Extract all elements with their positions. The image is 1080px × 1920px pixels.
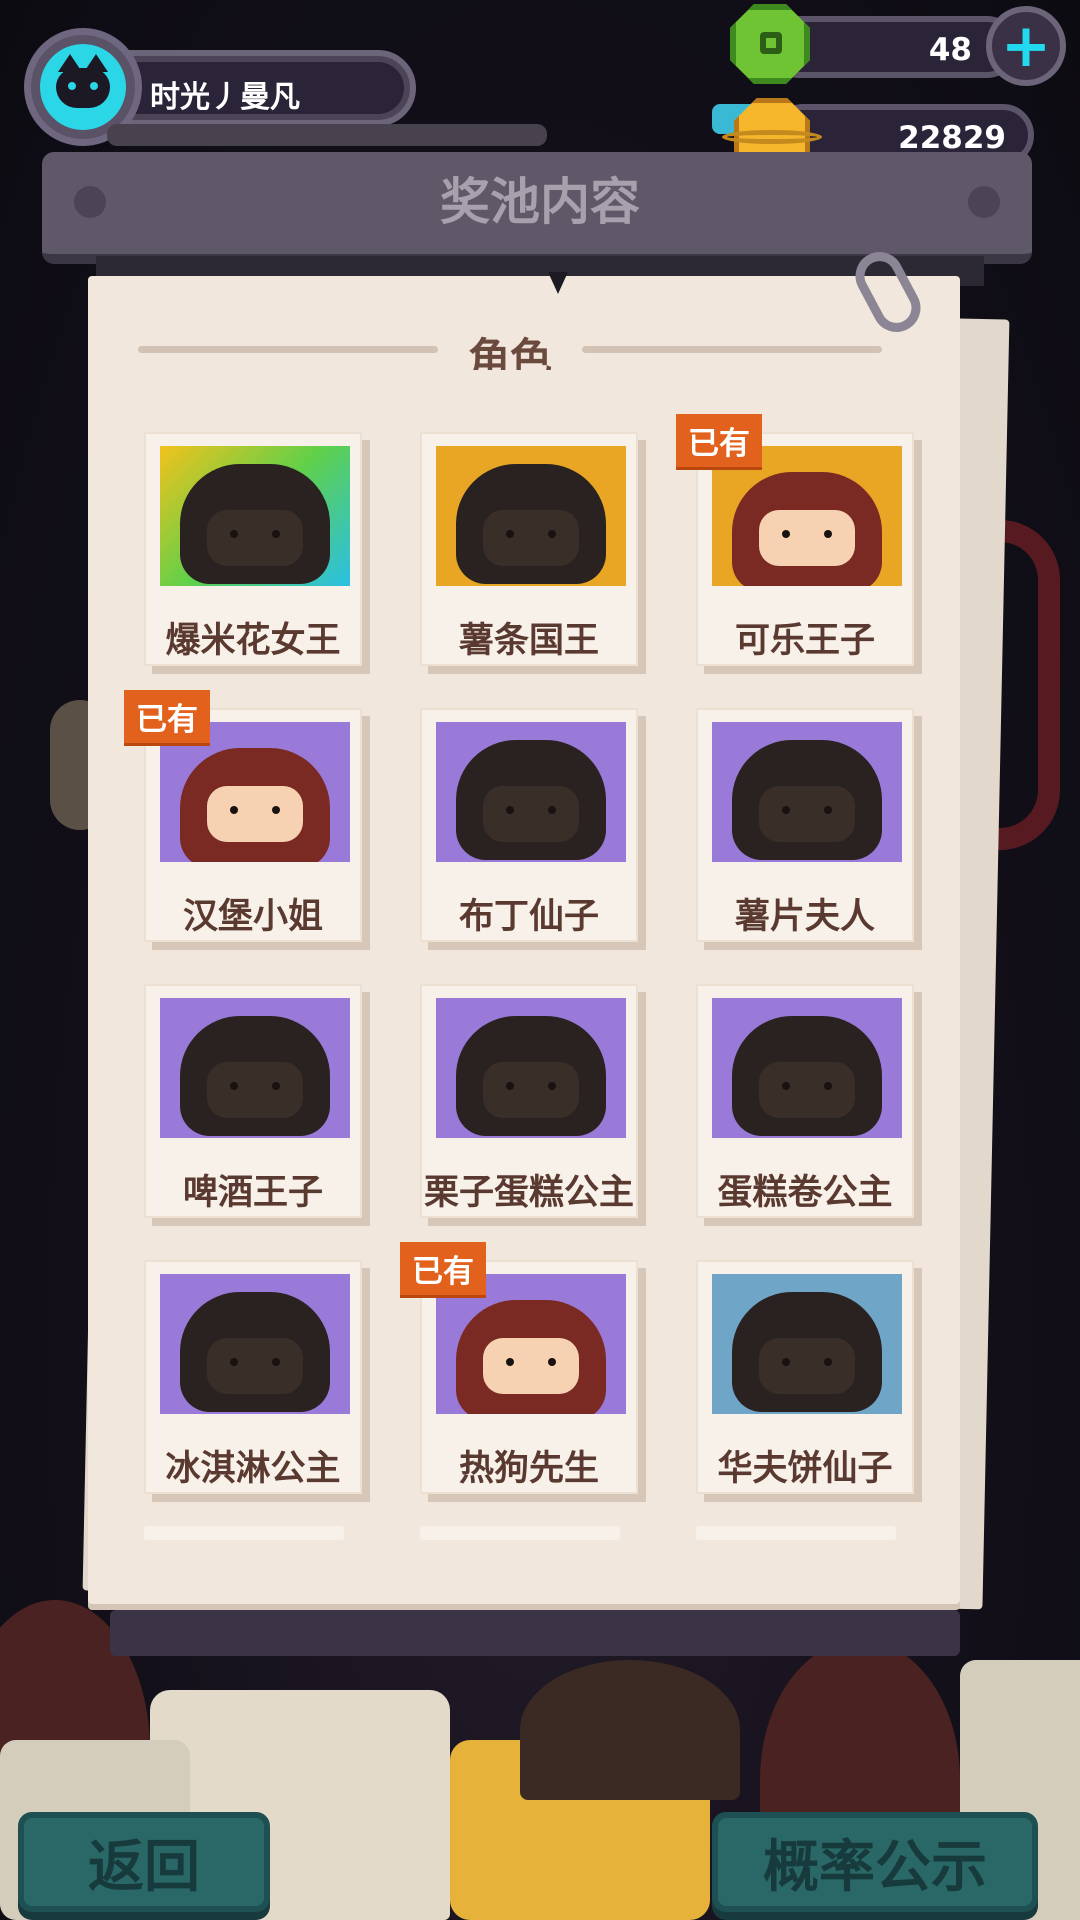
owned-badge: 已有 xyxy=(400,1242,486,1295)
character-card[interactable]: 栗子蛋糕公主 xyxy=(420,984,646,1226)
panel-footer-frame xyxy=(110,1610,960,1656)
character-card[interactable]: 啤酒王子 xyxy=(144,984,370,1226)
character-card[interactable]: 华夫饼仙子 xyxy=(696,1260,922,1502)
character-name: 冰淇淋公主 xyxy=(165,1449,341,1489)
character-portrait xyxy=(436,722,626,862)
character-name: 爆米花女王 xyxy=(165,621,341,661)
character-portrait xyxy=(712,1274,902,1414)
add-gems-button[interactable]: + xyxy=(986,6,1066,86)
character-portrait xyxy=(712,722,902,862)
character-name: 薯条国王 xyxy=(458,621,599,661)
character-card[interactable]: 蛋糕卷公主 xyxy=(696,984,922,1226)
character-name: 热狗先生 xyxy=(458,1449,599,1489)
plus-icon: + xyxy=(1000,11,1052,81)
paper-notch xyxy=(548,272,568,294)
character-card[interactable]: 薯条国王 xyxy=(420,432,646,674)
owned-badge: 已有 xyxy=(676,414,762,467)
character-card[interactable]: 爆米花女王 xyxy=(144,432,370,674)
character-name: 啤酒王子 xyxy=(182,1173,323,1213)
character-portrait xyxy=(160,446,350,586)
next-row-card xyxy=(420,1526,620,1540)
jade-coin-icon xyxy=(730,4,810,84)
panel-title: 奖池内容 xyxy=(440,173,640,231)
character-portrait xyxy=(436,446,626,586)
character-name: 可乐王子 xyxy=(734,621,875,661)
section-divider-left xyxy=(138,346,438,353)
next-row-card xyxy=(696,1526,896,1540)
character-card[interactable]: 可乐王子 已有 xyxy=(676,414,922,674)
player-name: 时光丿曼凡 xyxy=(150,80,300,115)
character-portrait xyxy=(160,722,350,862)
next-row-card xyxy=(144,1526,344,1540)
character-portrait xyxy=(436,998,626,1138)
prize-pool-sheet: 角色 爆米花女王 薯条国王 可乐王子 已有 汉堡小姐 已有 布丁仙子 薯片夫人 啤酒王子 栗子蛋糕… xyxy=(88,276,960,1604)
character-portrait xyxy=(712,446,902,586)
section-title: 角色 xyxy=(467,334,552,370)
gem-count: 48 xyxy=(928,32,972,68)
character-name: 蛋糕卷公主 xyxy=(717,1173,893,1213)
player-badge[interactable]: 时光丿曼凡 xyxy=(22,28,416,146)
character-portrait xyxy=(160,998,350,1138)
coin-count: 22829 xyxy=(898,120,1006,156)
back-button[interactable]: 返回 xyxy=(18,1812,270,1912)
character-card[interactable]: 冰淇淋公主 xyxy=(144,1260,370,1502)
character-card[interactable]: 热狗先生 已有 xyxy=(400,1242,646,1502)
character-name: 华夫饼仙子 xyxy=(717,1449,893,1489)
character-name: 栗子蛋糕公主 xyxy=(423,1173,634,1213)
owned-badge: 已有 xyxy=(124,690,210,743)
character-portrait xyxy=(436,1274,626,1414)
probability-button[interactable]: 概率公示 xyxy=(712,1812,1038,1912)
character-card[interactable]: 汉堡小姐 已有 xyxy=(124,690,370,950)
section-divider-right xyxy=(582,346,882,353)
planet-ring xyxy=(722,130,822,144)
character-portrait xyxy=(712,998,902,1138)
cat-avatar-icon xyxy=(40,44,126,130)
character-card[interactable]: 薯片夫人 xyxy=(696,708,922,950)
character-portrait xyxy=(160,1274,350,1414)
character-name: 布丁仙子 xyxy=(458,897,599,937)
character-card[interactable]: 布丁仙子 xyxy=(420,708,646,950)
character-name: 汉堡小姐 xyxy=(182,897,323,937)
character-name: 薯片夫人 xyxy=(734,897,875,937)
